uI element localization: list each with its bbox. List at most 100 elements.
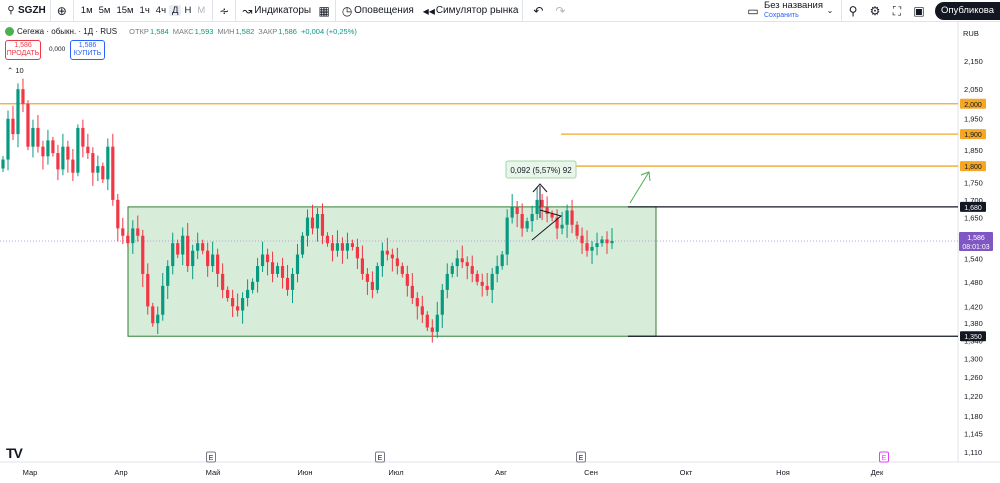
candle-body [270, 262, 275, 274]
candle-body [450, 266, 454, 274]
price-chart[interactable]: RUB2,1502,0501,9501,8501,7501,7001,6501,… [0, 0, 1000, 483]
candle-body [390, 254, 394, 259]
candle-body [66, 146, 70, 160]
y-tick-label: 1,380 [964, 319, 983, 328]
y-tick-label: 1,220 [964, 392, 983, 401]
candle-body [56, 153, 60, 170]
y-tick-label: 2,050 [964, 85, 983, 94]
candle-body [41, 146, 45, 157]
x-tick-label: Июл [388, 468, 403, 477]
candle-body [455, 258, 459, 267]
candle-body [275, 266, 280, 274]
candle-body [265, 254, 270, 263]
measure-label: 0,092 (5,57%) 92 [510, 166, 572, 175]
candle-body [201, 243, 205, 251]
candle-body [176, 243, 180, 255]
candle-body [295, 254, 300, 274]
candle-body [245, 289, 250, 299]
candle-body [300, 235, 305, 255]
projection-arrow [629, 171, 650, 204]
candle-body [475, 273, 479, 282]
y-tick-label: 1,260 [964, 373, 983, 382]
candle-body [550, 213, 554, 218]
candle-body [146, 273, 150, 307]
x-tick-label: Июн [297, 468, 312, 477]
candle-body [290, 273, 295, 290]
candle-body [156, 314, 160, 324]
candle-body [505, 217, 509, 255]
candle-body [540, 199, 544, 207]
candle-body [11, 118, 15, 135]
tradingview-logo-icon: TV [6, 445, 23, 461]
candle-body [590, 246, 594, 251]
candle-body [535, 199, 539, 214]
candle-body [46, 140, 50, 157]
candle-body [575, 224, 579, 236]
candle-body [196, 243, 200, 251]
candle-body [485, 285, 489, 290]
candle-body [480, 281, 484, 286]
y-tick-label: 1,110 [964, 448, 982, 457]
candle-body [525, 221, 529, 229]
y-tick-label: 1,850 [964, 146, 983, 155]
candle-body [216, 254, 220, 274]
candle-body [580, 235, 584, 244]
earnings-marker-label: E [579, 455, 584, 462]
candle-body [171, 243, 175, 267]
candle-body [470, 266, 474, 274]
x-tick-label: Май [206, 468, 221, 477]
candle-body [545, 206, 549, 214]
candle-body [320, 213, 325, 236]
candle-body [21, 89, 25, 104]
candle-body [226, 289, 230, 299]
candle-body [131, 228, 135, 244]
candle-body [6, 118, 10, 160]
candle-body [280, 266, 285, 278]
candle-body [91, 153, 95, 173]
candle-body [380, 250, 384, 267]
candle-body [460, 258, 464, 263]
x-tick-label: Мар [23, 468, 38, 477]
candle-body [355, 246, 360, 259]
countdown-label: 08:01:03 [962, 244, 989, 251]
candle-body [71, 159, 75, 173]
candle-body [116, 199, 120, 229]
candle-body [610, 240, 614, 244]
y-tick-label: 1,540 [964, 254, 983, 263]
candle-body [595, 243, 599, 247]
currency-label: RUB [963, 29, 979, 38]
candle-body [260, 254, 265, 267]
candle-body [405, 273, 409, 286]
level-label: 1,800 [964, 164, 982, 171]
earnings-marker-label: E [209, 455, 214, 462]
y-tick-label: 1,950 [964, 115, 983, 124]
candle-body [495, 266, 499, 274]
y-tick-label: 1,750 [964, 179, 983, 188]
x-tick-label: Авг [495, 468, 507, 477]
candle-body [605, 239, 609, 244]
candle-body [375, 266, 379, 290]
candle-body [365, 273, 370, 282]
candle-body [151, 306, 155, 324]
candle-body [310, 217, 315, 229]
candle-body [211, 254, 215, 267]
candle-body [285, 277, 290, 290]
candle-body [420, 306, 424, 315]
candle-body [186, 235, 190, 267]
candle-body [570, 210, 574, 225]
candle-body [325, 235, 330, 244]
candle-body [415, 298, 419, 307]
y-tick-label: 1,180 [964, 412, 983, 421]
candle-body [315, 213, 320, 229]
candle-body [106, 146, 110, 180]
x-tick-label: Окт [680, 468, 693, 477]
candle-body [206, 250, 210, 267]
candle-body [395, 258, 399, 267]
candle-body [510, 206, 514, 218]
candle-body [86, 146, 90, 154]
candle-body [500, 254, 504, 267]
candle-body [61, 146, 65, 170]
candle-body [360, 258, 365, 274]
candle-body [305, 217, 310, 236]
candle-body [350, 243, 355, 247]
